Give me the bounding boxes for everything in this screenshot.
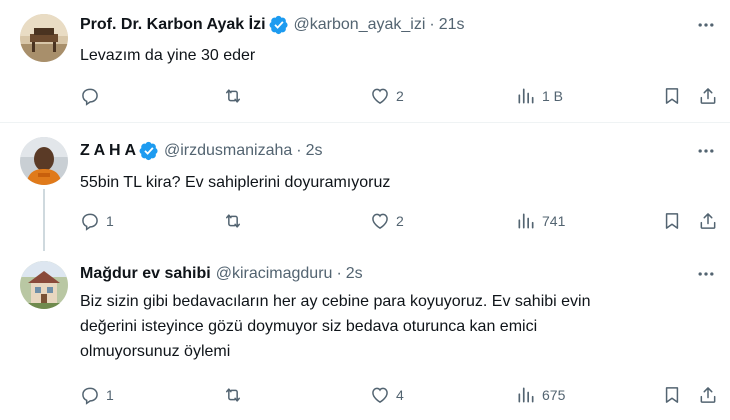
tweet-header: Prof. Dr. Karbon Ayak İzi @karbon_ayak_i… xyxy=(80,14,465,36)
action-bar: 1 2 741 xyxy=(0,209,730,233)
separator: · xyxy=(429,16,435,33)
retweet-icon xyxy=(226,388,240,402)
like-button[interactable]: 2 xyxy=(370,209,404,233)
author-handle[interactable]: @karbon_ayak_izi xyxy=(294,16,426,34)
bookmark-button[interactable] xyxy=(662,209,682,233)
more-icon[interactable] xyxy=(694,15,718,35)
views-icon xyxy=(518,387,534,403)
like-icon xyxy=(372,213,388,229)
reply-count: 1 xyxy=(106,213,114,229)
reply-count: 1 xyxy=(106,387,114,403)
tweet-2[interactable]: Z A H A @irzdusmanizaha · 2s 55bin TL ki… xyxy=(0,123,730,251)
share-button[interactable] xyxy=(698,383,718,407)
action-bar: 1 4 675 xyxy=(0,383,730,407)
share-icon xyxy=(700,88,716,104)
views-icon xyxy=(518,88,534,104)
tweet-header: Z A H A @irzdusmanizaha · 2s xyxy=(80,140,323,162)
like-count: 2 xyxy=(396,213,404,229)
action-bar: 2 1 B xyxy=(0,84,730,108)
views-button[interactable]: 1 B xyxy=(516,84,563,108)
tweet-text: Biz sizin gibi bedavacıların her ay cebi… xyxy=(80,289,710,364)
bookmark-icon xyxy=(665,88,679,104)
like-button[interactable]: 2 xyxy=(370,84,404,108)
views-count: 741 xyxy=(542,213,566,229)
more-icon[interactable] xyxy=(694,264,718,284)
views-button[interactable]: 741 xyxy=(516,209,565,233)
avatar[interactable] xyxy=(20,261,68,309)
reply-icon xyxy=(82,213,98,231)
author-handle[interactable]: @kiracimagduru xyxy=(216,265,333,283)
verified-badge-icon xyxy=(269,15,288,35)
share-icon xyxy=(700,387,716,403)
retweet-icon xyxy=(226,214,240,228)
like-icon xyxy=(372,387,388,403)
like-count: 2 xyxy=(396,88,404,104)
avatar[interactable] xyxy=(20,14,68,62)
retweet-button[interactable] xyxy=(223,383,249,407)
timestamp[interactable]: 21s xyxy=(439,16,465,34)
reply-button[interactable] xyxy=(80,84,106,108)
like-icon xyxy=(372,88,388,104)
bookmark-button[interactable] xyxy=(662,383,682,407)
tweet-text: Levazım da yine 30 eder xyxy=(80,47,256,64)
tweet-text-line: değerini isteyince gözü doymuyor siz bed… xyxy=(80,318,538,335)
tweet-3[interactable]: Mağdur ev sahibi @kiracimagduru · 2s Biz… xyxy=(0,251,730,420)
retweet-button[interactable] xyxy=(223,209,249,233)
reply-icon xyxy=(82,387,98,405)
reply-button[interactable]: 1 xyxy=(80,383,114,407)
views-count: 1 B xyxy=(542,88,564,104)
bookmark-button[interactable] xyxy=(662,84,682,108)
author-handle[interactable]: @irzdusmanizaha xyxy=(164,142,292,160)
timestamp[interactable]: 2s xyxy=(346,265,363,283)
tweet-text-line: olmuyorsunuz öylemi xyxy=(80,343,231,360)
like-count: 4 xyxy=(396,387,404,403)
author-name[interactable]: Prof. Dr. Karbon Ayak İzi xyxy=(80,16,266,34)
views-count: 675 xyxy=(542,387,566,403)
tweet-text: 55bin TL kira? Ev sahiplerini doyuramıyo… xyxy=(80,174,391,191)
retweet-button[interactable] xyxy=(223,84,249,108)
separator: · xyxy=(336,265,342,282)
like-button[interactable]: 4 xyxy=(370,383,404,407)
tweet-1[interactable]: Prof. Dr. Karbon Ayak İzi @karbon_ayak_i… xyxy=(0,0,730,122)
bookmark-icon xyxy=(665,387,679,403)
retweet-icon xyxy=(226,89,240,103)
share-button[interactable] xyxy=(698,84,718,108)
separator: · xyxy=(296,142,302,159)
more-icon[interactable] xyxy=(694,141,718,161)
share-icon xyxy=(700,213,716,229)
tweet-header: Mağdur ev sahibi @kiracimagduru · 2s xyxy=(80,263,363,285)
reply-button[interactable]: 1 xyxy=(80,209,114,233)
bookmark-icon xyxy=(665,213,679,229)
share-button[interactable] xyxy=(698,209,718,233)
avatar[interactable] xyxy=(20,137,68,185)
author-name[interactable]: Mağdur ev sahibi xyxy=(80,265,211,283)
views-icon xyxy=(518,213,534,229)
reply-icon xyxy=(82,88,98,106)
verified-badge-icon xyxy=(139,141,158,161)
timestamp[interactable]: 2s xyxy=(306,142,323,160)
views-button[interactable]: 675 xyxy=(516,383,565,407)
tweet-text-line: Biz sizin gibi bedavacıların her ay cebi… xyxy=(80,293,591,310)
author-name[interactable]: Z A H A xyxy=(80,142,136,160)
